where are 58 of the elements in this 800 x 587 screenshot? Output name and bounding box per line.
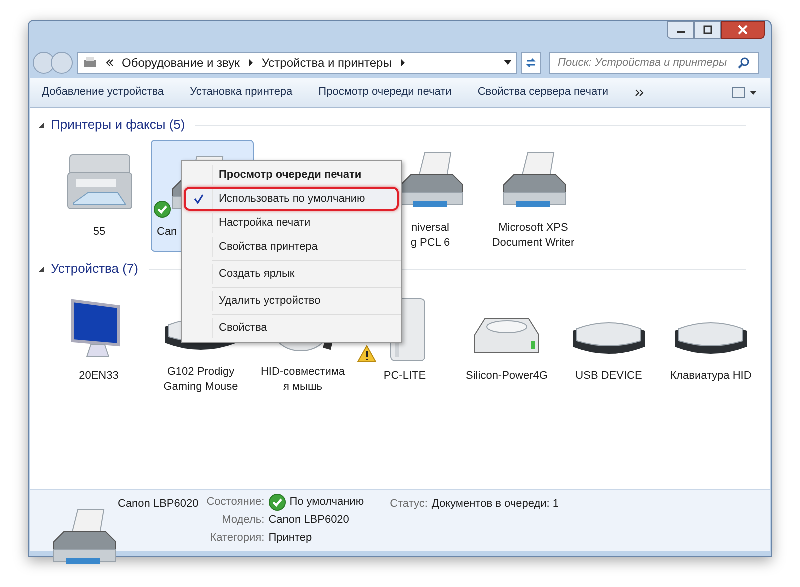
refresh-button[interactable] [521, 52, 541, 74]
menu-item[interactable]: Использовать по умолчанию [184, 187, 399, 211]
device-tile[interactable]: 20EN33 [48, 284, 150, 396]
detail-label: Состояние: [206, 495, 265, 510]
menu-item[interactable]: Удалить устройство [184, 289, 399, 313]
breadcrumb[interactable]: Оборудование и звук [122, 54, 240, 72]
chevrons-icon [106, 59, 114, 67]
close-button[interactable] [721, 21, 765, 39]
group-header[interactable]: Принтеры и факсы (5) [51, 115, 186, 135]
device-label: niversal g PCL 6 [410, 221, 450, 251]
close-icon [738, 25, 748, 35]
device-tile[interactable]: Microsoft XPS Document Writer [482, 140, 585, 252]
device-label: HID-совместима я мышь [260, 365, 346, 395]
toolbar-button[interactable]: Добавление устройства [42, 84, 164, 101]
device-label: Can [156, 225, 178, 240]
toolbar-button[interactable]: Просмотр очереди печати [318, 84, 452, 101]
device-label: Silicon-Power4G [466, 369, 548, 384]
device-label: 20EN33 [79, 369, 119, 384]
detail-value: Принтер [268, 530, 312, 546]
breadcrumb[interactable]: Устройства и принтеры [262, 54, 392, 72]
device-label: PC-LITE [384, 369, 426, 384]
detail-value: По умолчанию [290, 495, 364, 510]
device-label: Microsoft XPS Document Writer [492, 221, 575, 251]
caret-icon[interactable] [248, 59, 254, 67]
detail-label: Статус: [390, 497, 428, 512]
detail-value: Документов в очереди: 1 [432, 497, 560, 512]
detail-value: Canon LBP6020 [268, 513, 350, 528]
search-field[interactable]: Поиск: Устройства и принтеры [549, 52, 759, 74]
group-header[interactable]: Устройства (7) [51, 259, 139, 279]
minimize-button[interactable] [667, 21, 694, 39]
device-tile[interactable]: Silicon-Power4G [456, 284, 558, 396]
device-label: USB DEVICE [576, 369, 642, 384]
search-icon [738, 57, 750, 69]
menu-item[interactable]: Свойства [184, 316, 399, 340]
checkmark-icon [194, 194, 204, 204]
device-label: 55 [93, 225, 106, 240]
detail-label: Категория: [209, 530, 265, 546]
printer-icon [82, 56, 98, 70]
device-name: Canon LBP6020 [118, 497, 199, 512]
device-tile[interactable]: Клавиатура HID [660, 284, 762, 396]
device-tile[interactable]: 55 [48, 140, 151, 252]
collapse-icon[interactable] [38, 266, 45, 272]
device-label: Клавиатура HID [670, 369, 752, 384]
maximize-icon [702, 25, 712, 35]
caret-icon[interactable] [400, 59, 406, 67]
menu-item[interactable]: Создать ярлык [184, 262, 399, 286]
address-bar[interactable]: Оборудование и звук Устройства и принтеры [77, 52, 517, 74]
device-tile[interactable]: USB DEVICE [558, 284, 660, 396]
more-icon[interactable] [634, 88, 645, 96]
maximize-button[interactable] [694, 21, 721, 39]
dropdown-icon[interactable] [504, 60, 512, 66]
collapse-icon[interactable] [38, 122, 45, 128]
toolbar-button[interactable]: Установка принтера [190, 84, 293, 101]
view-icon[interactable] [732, 86, 758, 98]
device-label: G102 Prodigy Gaming Mouse [164, 365, 238, 395]
refresh-icon [525, 57, 537, 69]
toolbar-button[interactable]: Свойства сервера печати [478, 84, 609, 101]
detail-label: Модель: [221, 513, 265, 528]
